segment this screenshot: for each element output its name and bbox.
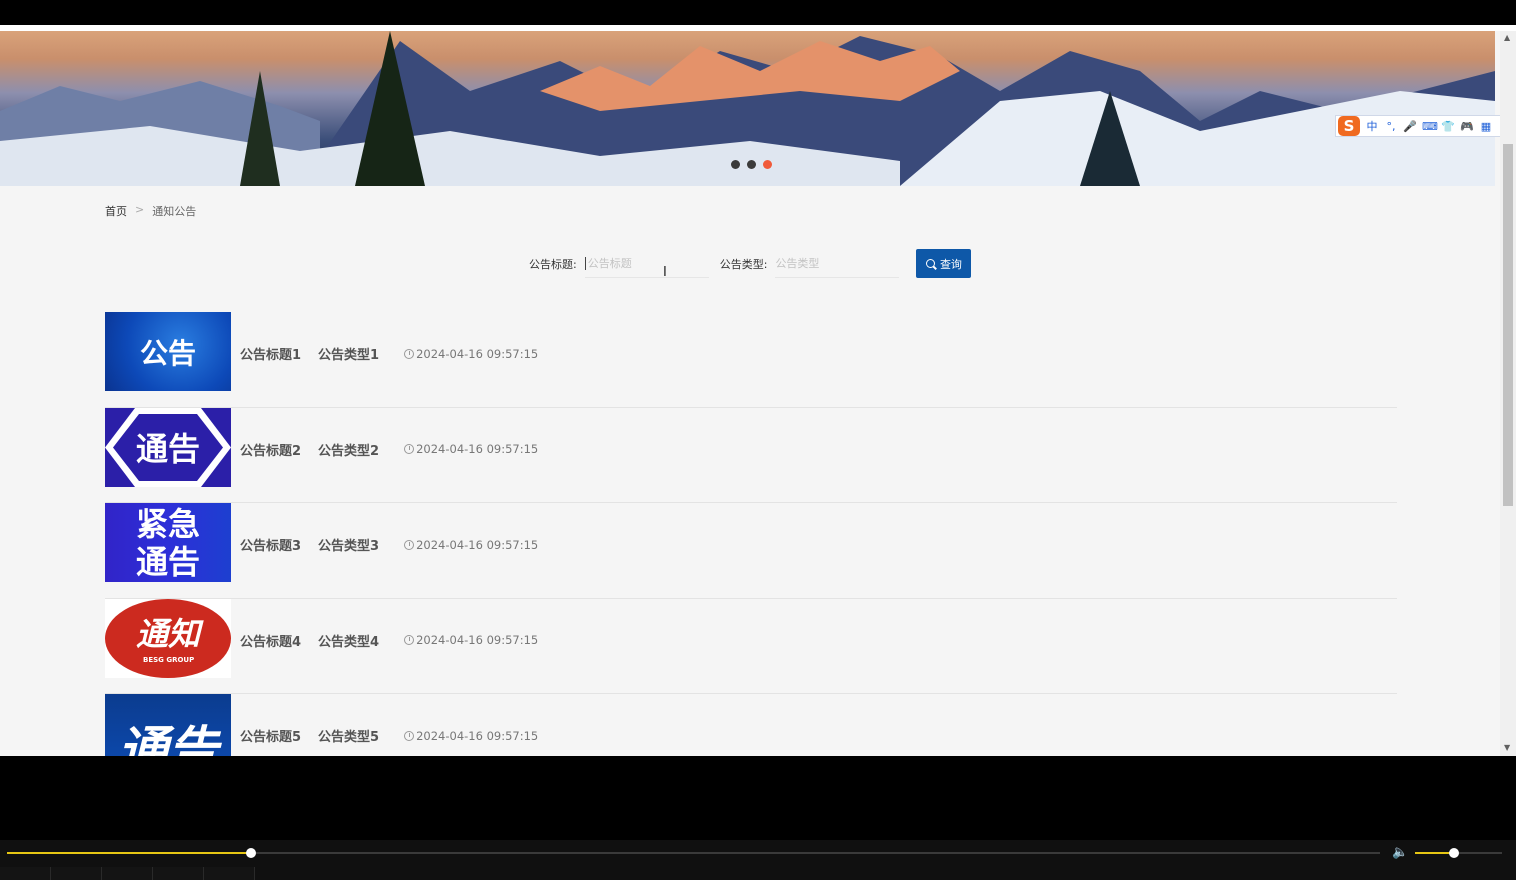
notice-thumbnail[interactable]: 通告 — [105, 694, 231, 756]
notice-title[interactable]: 公告标题3 — [240, 535, 301, 554]
clock-icon — [404, 444, 415, 454]
scroll-up-icon[interactable]: ▲ — [1504, 33, 1510, 42]
thumbnail-text-1: 紧急 — [135, 504, 200, 543]
text-cursor-icon: I — [663, 265, 667, 280]
ime-toolbar[interactable]: S 中 °, 🎤 ⌨ 👕 🎮 ▦ ⚙ — [1335, 115, 1516, 137]
notice-row[interactable]: 通告 公告标题5 公告类型5 2024-04-16 09:57:15 — [105, 694, 1397, 756]
notice-time-text: 2024-04-16 09:57:15 — [416, 442, 539, 456]
scrollbar-thumb[interactable] — [1503, 144, 1513, 506]
taskbar-segment[interactable] — [102, 867, 153, 880]
volume-slider[interactable] — [1415, 848, 1502, 858]
clock-icon — [404, 348, 415, 359]
notice-title[interactable]: 公告标题2 — [240, 440, 301, 459]
carousel-dot-2[interactable] — [747, 160, 756, 169]
search-button[interactable]: 查询 — [916, 249, 972, 278]
breadcrumb: 首页 > 通知公告 — [105, 203, 196, 219]
notice-thumbnail[interactable]: 公告 — [105, 312, 231, 391]
search-icon — [925, 259, 935, 268]
taskbar-segment[interactable] — [204, 867, 255, 880]
scroll-down-icon[interactable]: ▼ — [1504, 743, 1510, 752]
thumbnail-text-2: 通告 — [135, 542, 200, 581]
taskbar-segments — [0, 867, 1516, 880]
notice-type: 公告类型1 — [318, 348, 380, 363]
thumbnail-subtext: BESG GROUP — [143, 655, 195, 664]
video-top-bar — [0, 0, 1516, 25]
seek-bar[interactable] — [7, 848, 1380, 858]
carousel-dot-3[interactable] — [763, 160, 772, 169]
title-input[interactable] — [584, 256, 709, 270]
notice-time-text: 2024-04-16 09:57:15 — [416, 728, 539, 743]
type-label: 公告类型: — [719, 257, 768, 271]
notice-time: 2024-04-16 09:57:15 — [404, 633, 538, 647]
notice-time: 2024-04-16 09:57:15 — [404, 347, 538, 361]
notice-thumbnail[interactable]: 紧急 通告 — [105, 503, 231, 582]
page-scrollbar[interactable]: ▲ ▼ — [1500, 31, 1516, 756]
breadcrumb-separator: > — [135, 203, 145, 216]
ime-skin-icon[interactable]: 👕 — [1441, 120, 1455, 133]
search-button-label: 查询 — [939, 257, 962, 271]
notice-time: 2024-04-16 09:57:15 — [404, 538, 538, 552]
title-label: 公告标题: — [529, 257, 577, 271]
clock-icon — [404, 635, 415, 645]
notice-title[interactable]: 公告标题1 — [240, 344, 301, 363]
seek-bar-fill — [7, 852, 252, 854]
notice-time-text: 2024-04-16 09:57:15 — [416, 537, 539, 552]
notice-title[interactable]: 公告标题5 — [240, 726, 301, 745]
breadcrumb-home[interactable]: 首页 — [105, 203, 127, 219]
ime-grid-icon[interactable]: ▦ — [1479, 120, 1493, 133]
volume-knob[interactable] — [1449, 848, 1460, 858]
ime-game-icon[interactable]: 🎮 — [1460, 120, 1474, 133]
notice-type: 公告类型2 — [318, 443, 380, 459]
seek-bar-knob[interactable] — [246, 848, 257, 858]
notice-thumbnail[interactable]: 通知 BESG GROUP — [105, 598, 231, 678]
notice-title[interactable]: 公告标题4 — [240, 631, 301, 650]
ime-keyboard-icon[interactable]: ⌨ — [1422, 120, 1438, 133]
title-field[interactable] — [584, 250, 709, 278]
page-viewport: S 中 °, 🎤 ⌨ 👕 🎮 ▦ ⚙ 首页 > 通知公告 公告标题: 公告类型:… — [0, 31, 1516, 756]
search-form: 公告标题: 公告类型: 查询 — [529, 249, 972, 278]
type-field[interactable] — [775, 249, 900, 278]
hero-banner[interactable] — [0, 31, 1495, 186]
ime-chinese-mode[interactable]: 中 — [1365, 118, 1379, 134]
thumbnail-text: 通告 — [118, 720, 218, 757]
notice-type: 公告类型5 — [318, 730, 380, 745]
clock-icon — [404, 730, 415, 741]
notice-type: 公告类型3 — [318, 539, 380, 554]
thumbnail-text: 通告 — [135, 430, 200, 468]
thumbnail-text: 通知 — [135, 615, 200, 653]
clock-icon — [404, 539, 415, 550]
carousel-dot-1[interactable] — [731, 160, 740, 169]
type-input[interactable] — [775, 249, 900, 277]
notice-type: 公告类型4 — [318, 634, 380, 650]
thumbnail-text: 公告 — [139, 336, 196, 370]
notice-row[interactable]: 紧急 通告 公告标题3 公告类型3 2024-04-16 09:57:15 — [105, 503, 1397, 599]
notice-time: 2024-04-16 09:57:15 — [404, 442, 538, 456]
notice-row[interactable]: 通知 BESG GROUP 公告标题4 公告类型4 2024-04-16 09:… — [105, 598, 1397, 694]
notice-time: 2024-04-16 09:57:15 — [404, 729, 538, 743]
ime-punctuation-icon[interactable]: °, — [1384, 120, 1398, 133]
ime-mic-icon[interactable]: 🎤 — [1403, 120, 1417, 133]
carousel-dots — [731, 160, 772, 169]
notice-thumbnail[interactable]: 通告 — [105, 407, 231, 487]
volume-icon[interactable]: 🔈 — [1392, 845, 1408, 860]
notice-time-text: 2024-04-16 09:57:15 — [416, 633, 539, 647]
breadcrumb-current: 通知公告 — [152, 205, 197, 218]
taskbar-segment[interactable] — [0, 867, 51, 880]
video-player-controls: 🔈 — [0, 840, 1516, 880]
taskbar-segment[interactable] — [153, 867, 204, 880]
notice-list: 公告 公告标题1 公告类型1 2024-04-16 09:57:15 通告 公告… — [105, 312, 1397, 756]
taskbar-segment[interactable] — [51, 867, 102, 880]
notice-row[interactable]: 公告 公告标题1 公告类型1 2024-04-16 09:57:15 — [105, 312, 1397, 408]
notice-time-text: 2024-04-16 09:57:15 — [416, 346, 539, 361]
notice-row[interactable]: 通告 公告标题2 公告类型2 2024-04-16 09:57:15 — [105, 407, 1397, 503]
sogou-logo-icon[interactable]: S — [1338, 116, 1360, 136]
